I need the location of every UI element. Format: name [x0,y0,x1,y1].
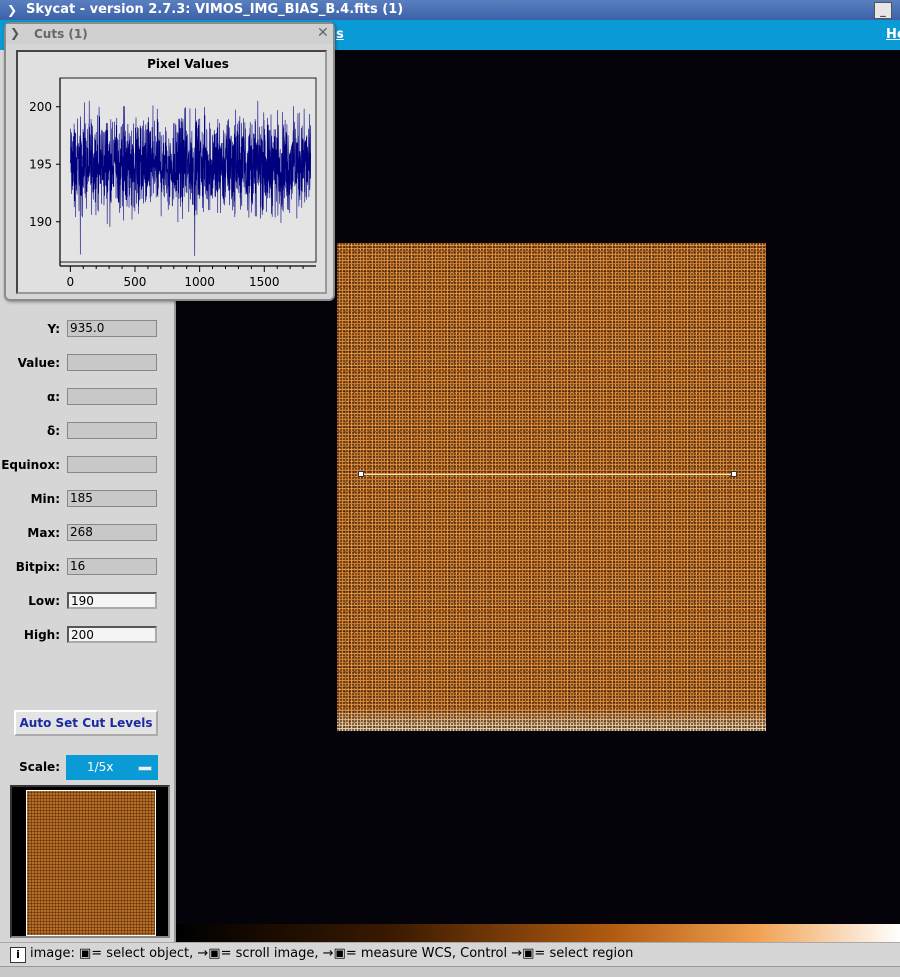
scale-label: Scale: [19,760,60,774]
cuts-window-title: Cuts (1) [34,27,88,41]
chart-title: Pixel Values [147,57,229,71]
cuts-title-bar: ❯ Cuts (1) ✕ [6,24,333,44]
window-title: Skycat - version 2.7.3: VIMOS_IMG_BIAS_B… [26,2,404,17]
colorbar[interactable] [176,924,900,942]
field-label: Low: [28,594,60,608]
cut-line[interactable] [361,474,734,475]
y-tick-label: 190 [29,215,52,229]
scale-select[interactable]: 1/5x [66,755,158,780]
field-value [67,456,157,473]
menu-item-partial[interactable]: s [336,27,344,42]
field-label: Y: [47,322,60,336]
x-tick-label: 500 [124,275,147,289]
dropdown-indicator-icon [138,766,152,771]
minimize-button[interactable]: _ [874,2,892,19]
window-menu-chevron-icon[interactable]: ❯ [4,2,20,18]
fits-image[interactable] [337,243,766,731]
bottom-strip [0,966,900,977]
panner-view[interactable] [10,785,170,938]
x-tick-label: 1500 [249,275,280,289]
cuts-close-icon[interactable]: ✕ [317,25,329,41]
field-label: α: [46,390,60,404]
pixel-values-chart: Pixel Values 190 195 200 0 500 1000 1500 [29,57,317,289]
cut-line-start-handle[interactable] [358,471,364,477]
y-tick-label: 200 [29,100,52,114]
status-bar: i image: ▣= select object, →▣= scroll im… [0,942,900,967]
window-title-bar: ❯ Skycat - version 2.7.3: VIMOS_IMG_BIAS… [0,0,900,20]
field-label: Max: [27,526,60,540]
y-tick-label: 195 [29,157,52,171]
status-text: image: ▣= select object, →▣= scroll imag… [30,946,634,961]
field-label: δ: [46,424,60,438]
cuts-window: ❯ Cuts (1) ✕ Pixel Values 190 195 200 0 500 10… [4,22,335,301]
x-tick-label: 0 [67,275,75,289]
field-value: 268 [67,524,157,541]
minimize-icon: _ [880,4,886,17]
field-label: Value: [17,356,60,370]
menu-item-help[interactable]: He [886,27,900,42]
field-label: High: [23,628,60,642]
pixel-values-plot-frame: Pixel Values 190 195 200 0 500 1000 1500 [16,50,327,294]
scale-value: 1/5x [87,760,114,774]
field-value: 185 [67,490,157,507]
field-value [67,354,157,371]
panner-thumbnail[interactable] [26,790,156,936]
info-icon: i [10,947,26,963]
field-value: 935.0 [67,320,157,337]
field-value [67,422,157,439]
x-tick-label: 1000 [184,275,215,289]
field-value[interactable]: 200 [67,626,157,643]
field-value [67,388,157,405]
field-value[interactable]: 190 [67,592,157,609]
field-label: Bitpix: [15,560,60,574]
field-value: 16 [67,558,157,575]
auto-set-cut-levels-button[interactable]: Auto Set Cut Levels [14,710,158,736]
cut-line-end-handle[interactable] [731,471,737,477]
cuts-menu-chevron-icon[interactable]: ❯ [10,26,20,40]
field-label: Min: [30,492,60,506]
field-label: Equinox: [1,458,60,472]
